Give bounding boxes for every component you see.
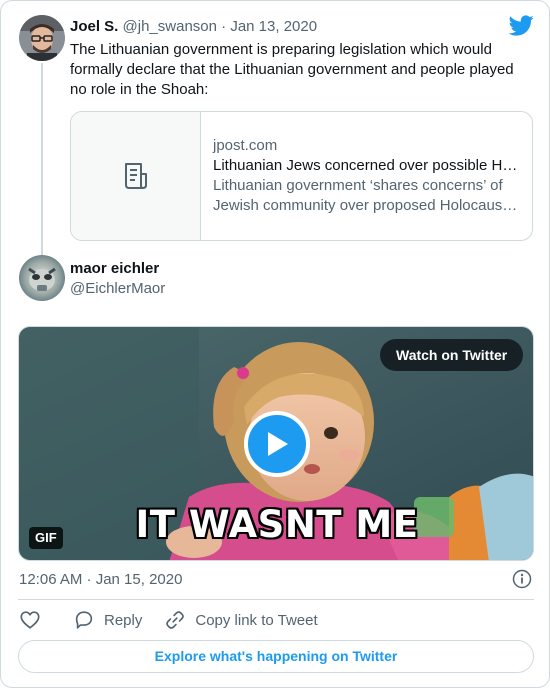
watch-on-twitter-button[interactable]: Watch on Twitter — [380, 339, 524, 371]
gif-caption: IT WASNT ME — [135, 503, 419, 546]
heart-icon — [20, 611, 40, 629]
tweet-timestamp[interactable]: 12:06 AM · Jan 15, 2020 — [19, 571, 182, 588]
divider — [18, 599, 534, 600]
link-domain: jpost.com — [213, 137, 278, 154]
joel-avatar[interactable] — [19, 15, 65, 61]
link-card-body: jpost.com Lithuanian Jews concerned over… — [201, 112, 531, 240]
quoted-tweet-header: Joel S. @jh_swanson · Jan 13, 2020 — [70, 18, 317, 36]
author-handle[interactable]: @EichlerMaor — [70, 280, 165, 297]
document-icon — [124, 163, 147, 189]
copy-link-button[interactable]: Copy link to Tweet — [164, 609, 318, 631]
link-thumbnail — [71, 112, 201, 240]
explore-twitter-button[interactable]: Explore what's happening on Twitter — [18, 640, 534, 673]
play-icon — [268, 432, 288, 456]
meta-separator: · — [221, 18, 227, 35]
copy-link-label: Copy link to Tweet — [195, 611, 318, 629]
gif-badge: GIF — [29, 527, 63, 549]
maor-avatar[interactable] — [19, 255, 65, 301]
like-button[interactable] — [19, 609, 41, 631]
author-display-name[interactable]: maor eichler — [70, 260, 159, 277]
quoted-date[interactable]: Jan 13, 2020 — [230, 18, 317, 35]
link-icon — [166, 611, 185, 629]
reply-button[interactable]: Reply — [73, 609, 142, 631]
thread-line — [41, 63, 43, 255]
reply-label: Reply — [104, 611, 143, 629]
tweet-embed-card: Joel S. @jh_swanson · Jan 13, 2020 The L… — [0, 0, 550, 688]
twitter-bird-icon[interactable] — [509, 13, 534, 38]
play-button[interactable] — [244, 411, 310, 477]
info-icon[interactable] — [512, 569, 532, 589]
quoted-handle[interactable]: @jh_swanson — [123, 18, 217, 35]
gif-media[interactable]: Watch on Twitter IT WASNT ME GIF — [18, 326, 534, 561]
link-preview-card[interactable]: jpost.com Lithuanian Jews concerned over… — [70, 111, 533, 241]
reply-icon — [75, 611, 93, 629]
quoted-display-name[interactable]: Joel S. — [70, 18, 118, 35]
quoted-tweet-text: The Lithuanian government is preparing l… — [70, 41, 514, 98]
tweet-actions: Reply Copy link to Tweet — [19, 609, 318, 631]
link-description: Lithuanian government ‘shares concerns’ … — [213, 177, 518, 214]
link-title: Lithuanian Jews concerned over possible … — [213, 157, 518, 174]
